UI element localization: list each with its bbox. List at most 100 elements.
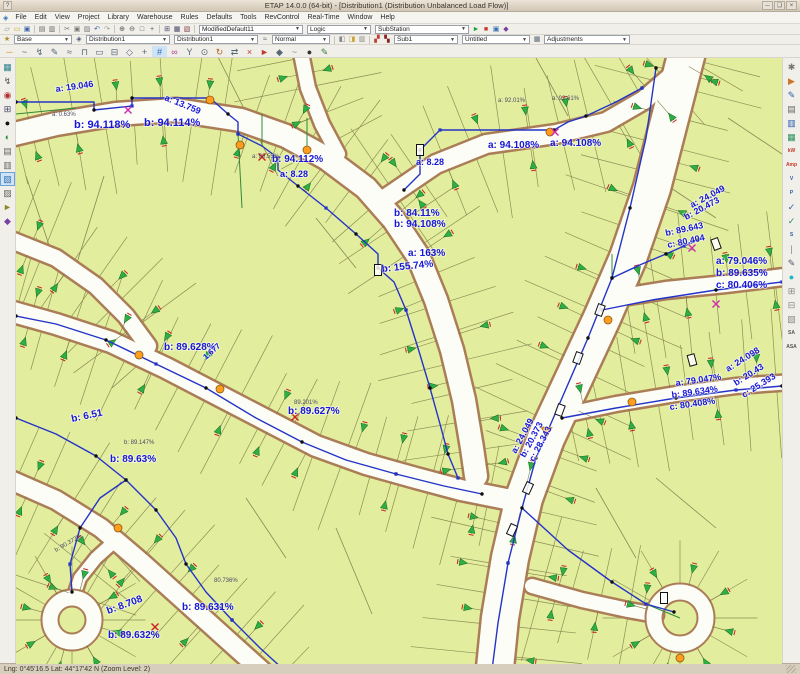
bus-node[interactable] [404,308,408,312]
gis-icon[interactable]: ▞ [372,35,382,44]
map-icon[interactable]: ▚ [382,35,392,44]
pole-node[interactable] [154,508,158,512]
image-icon[interactable]: ▦ [785,131,798,143]
redo-icon[interactable]: ↷ [102,25,112,34]
oneline-icon[interactable]: ↯ [1,75,14,87]
pole-node[interactable] [296,184,300,188]
bus-node[interactable] [456,476,460,480]
new-icon[interactable]: ▱ [2,25,12,34]
pole-node[interactable] [300,440,304,444]
resize-grip[interactable] [786,665,796,673]
pole-node[interactable] [402,188,406,192]
pen-icon[interactable]: ✎ [785,89,798,101]
undo-icon[interactable]: ↶ [92,25,102,34]
pole-node[interactable] [428,386,432,390]
paste-icon[interactable]: ▨ [82,25,92,34]
revision-base-combo[interactable]: Base ▼ [14,35,72,44]
bus-node[interactable] [394,472,398,476]
network-combo[interactable]: Untitled ▼ [462,35,530,44]
pole-node[interactable] [446,452,450,456]
pole-node[interactable] [70,590,74,594]
s-curve-icon[interactable]: S [785,229,798,241]
scale-icon[interactable]: ◆ [272,46,287,57]
grid-edit-icon[interactable]: ⊞ [1,103,14,115]
zoom-in-icon[interactable]: ⊕ [117,25,127,34]
stop-icon[interactable]: ■ [481,25,491,34]
pole-node[interactable] [654,66,658,70]
compare-icon[interactable]: ▥ [357,35,367,44]
chevron-down-icon[interactable]: ▼ [622,37,627,43]
transformer-node[interactable] [603,315,613,325]
bus-node[interactable] [780,280,782,284]
chevron-down-icon[interactable]: ▼ [450,37,455,43]
chevron-down-icon[interactable]: ▼ [461,26,466,32]
bus-node[interactable] [324,206,328,210]
thermo-icon[interactable]: | [785,243,798,255]
pole-node[interactable] [94,454,98,458]
pole-node[interactable] [672,610,676,614]
report-mode-icon[interactable]: ▨ [1,187,14,199]
close-button[interactable]: × [786,1,797,10]
branch-icon[interactable]: Y [182,46,197,57]
conductor-tool-icon[interactable]: ↯ [32,46,47,57]
presentation-combo[interactable]: Distribution1 ▼ [86,35,170,44]
minimize-button[interactable]: ─ [762,1,773,10]
transformer-node[interactable] [627,397,637,407]
bus-node[interactable] [506,561,510,565]
globe-icon[interactable]: ◐ [1,131,14,143]
transformer-node[interactable] [134,350,144,360]
pole-node[interactable] [226,112,230,116]
kw-icon[interactable]: kW [785,145,798,157]
grid-b-icon[interactable]: ⊟ [785,299,798,311]
freehand-tool-icon[interactable]: ✎ [47,46,62,57]
bus-node[interactable] [640,86,644,90]
volt-icon[interactable]: V [785,173,798,185]
transformer-node[interactable] [675,653,685,663]
bus-node[interactable] [68,562,72,566]
lock-icon[interactable]: ◧ [337,35,347,44]
view-mode-icon[interactable]: ▦ [1,61,14,73]
pole-node[interactable] [664,252,668,256]
wave-icon[interactable]: ~ [287,46,302,57]
check-a-icon[interactable]: ✓ [785,201,798,213]
amp-icon[interactable]: Amp [785,159,798,171]
protection-icon[interactable]: ◉ [1,89,14,101]
menu-window[interactable]: Window [344,14,377,21]
rotate-icon[interactable]: ↻ [212,46,227,57]
view-combo[interactable]: Distribution1 ▼ [174,35,258,44]
save-icon[interactable]: ▣ [22,25,32,34]
restore-button[interactable]: ❏ [774,1,785,10]
favorites-icon[interactable]: ★ [2,35,12,44]
bus-node[interactable] [230,618,234,622]
menu-view[interactable]: View [51,14,74,21]
check-b-icon[interactable]: ✓ [785,215,798,227]
study-icon[interactable]: ◆ [1,215,14,227]
bus-node[interactable] [438,128,442,132]
chart-icon[interactable]: ▥ [785,117,798,129]
select-region-icon[interactable]: # [152,45,167,57]
adjust-icon[interactable]: ▦ [532,35,542,44]
revision-combo[interactable]: ModifiedDefault11 ▼ [199,24,303,34]
transformer-node[interactable] [235,140,245,150]
chevron-down-icon[interactable]: ▼ [295,26,300,32]
cut-icon[interactable]: ✂ [62,25,72,34]
mode-icon[interactable]: ≈ [260,35,270,44]
menu-project[interactable]: Project [74,14,104,21]
delete-icon[interactable]: × [242,46,257,57]
menu-tools[interactable]: Tools [236,14,260,21]
bus-node[interactable] [644,602,648,606]
pole-node[interactable] [104,338,108,342]
bus-node[interactable] [236,132,240,136]
menu-edit[interactable]: Edit [31,14,51,21]
pole-node[interactable] [584,114,588,118]
grid-icon[interactable]: ⊞ [162,25,172,34]
menu-rules[interactable]: Rules [177,14,203,21]
curve-tool-icon[interactable]: ~ [17,46,32,57]
menu-library[interactable]: Library [104,14,133,21]
menu-realtime[interactable]: Real-Time [303,14,343,21]
study-case-combo[interactable]: SubStation ▼ [375,24,469,34]
help-icon[interactable]: ? [3,1,12,10]
presentation-icon[interactable]: ◈ [74,35,84,44]
chevron-down-icon[interactable]: ▼ [64,37,69,43]
pole-node[interactable] [628,206,632,210]
